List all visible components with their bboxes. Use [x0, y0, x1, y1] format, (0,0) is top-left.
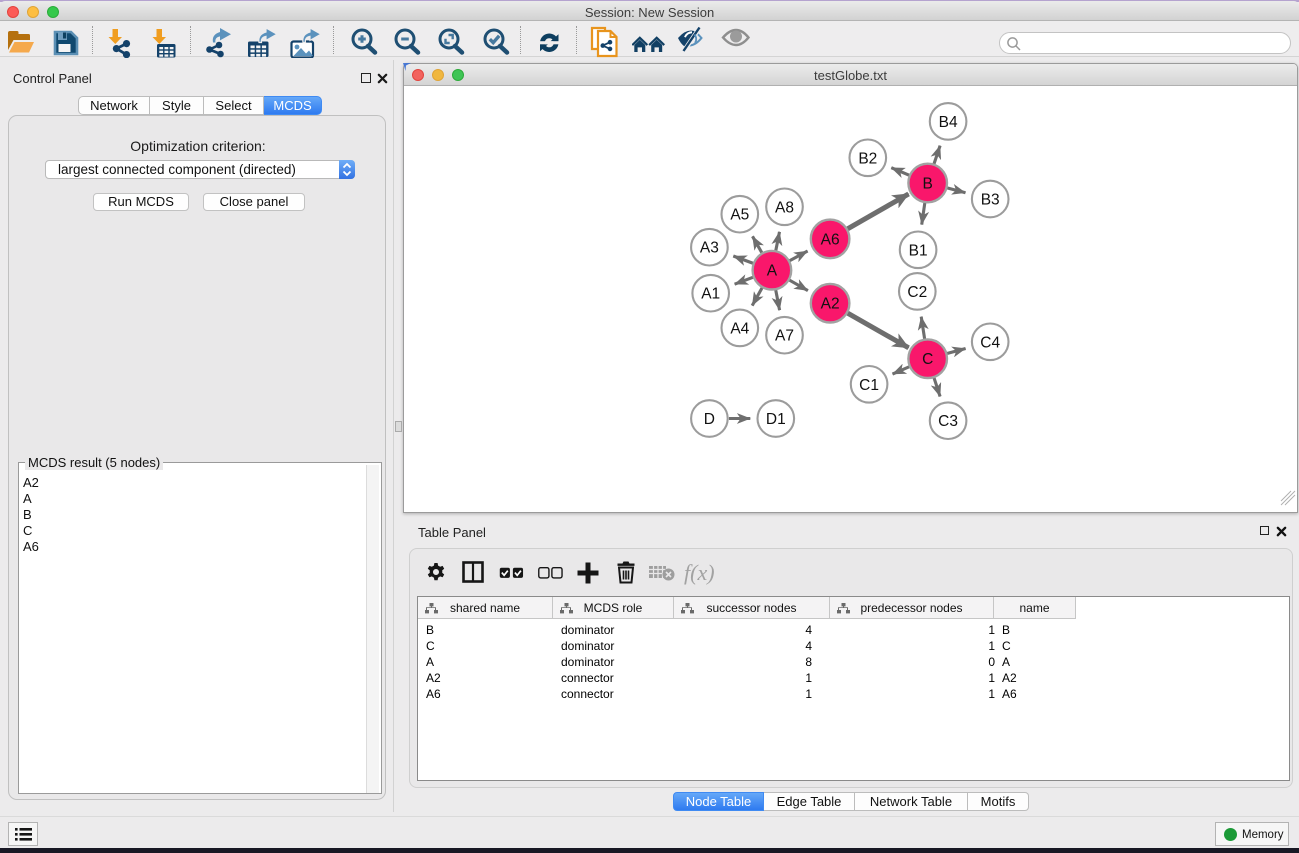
svg-text:B1: B1	[909, 242, 928, 259]
svg-text:A: A	[767, 263, 778, 280]
svg-text:D: D	[704, 411, 715, 428]
svg-text:A2: A2	[821, 296, 840, 313]
svg-text:C1: C1	[859, 377, 879, 394]
svg-text:A4: A4	[730, 320, 749, 337]
svg-text:B: B	[923, 176, 933, 193]
svg-text:A8: A8	[775, 199, 794, 216]
svg-text:A3: A3	[700, 240, 719, 257]
svg-text:C3: C3	[938, 413, 958, 430]
svg-text:B3: B3	[981, 192, 1000, 209]
svg-text:B2: B2	[858, 150, 877, 167]
svg-text:A5: A5	[730, 207, 749, 224]
svg-text:C: C	[922, 351, 933, 368]
svg-text:f(x): f(x)	[684, 560, 715, 585]
svg-text:D1: D1	[766, 411, 786, 428]
svg-text:A1: A1	[701, 286, 720, 303]
svg-text:C4: C4	[980, 334, 1000, 351]
svg-text:A7: A7	[775, 328, 794, 345]
svg-text:C2: C2	[907, 284, 927, 301]
svg-text:B4: B4	[939, 114, 958, 131]
svg-text:A6: A6	[821, 231, 840, 248]
